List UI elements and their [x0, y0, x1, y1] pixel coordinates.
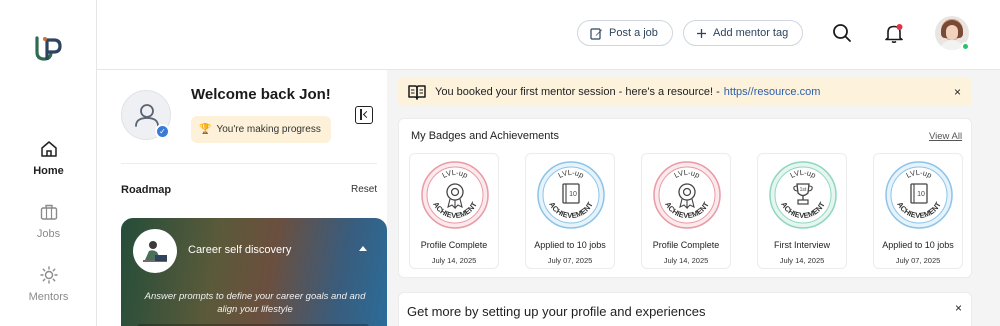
achievement-badge-icon: LVL-up1stACHIEVEMENT	[769, 161, 837, 229]
post-job-label: Post a job	[609, 27, 658, 39]
badge-tile[interactable]: LVL-up 10 ACHIEVEMENT Applied to 10 jobs Jul…	[525, 153, 615, 269]
profile-setup-card: Get more by setting up your profile and …	[398, 292, 972, 326]
achievement-badge-icon: LVL-up10ACHIEVEMENT	[537, 161, 605, 229]
sidebar-item-mentors[interactable]: Mentors	[0, 265, 97, 303]
badge-name: Profile Complete	[652, 240, 720, 250]
svg-text:1st: 1st	[800, 187, 807, 193]
career-discovery-card[interactable]: Career self discovery Answer prompts to …	[121, 218, 387, 326]
briefcase-icon	[40, 204, 57, 220]
resource-banner: You booked your first mentor session - h…	[398, 78, 972, 106]
svg-text:10: 10	[917, 191, 925, 198]
sun-icon	[39, 266, 58, 284]
home-icon	[40, 141, 57, 157]
add-mentor-tag-button[interactable]: Add mentor tag	[683, 20, 804, 46]
search-icon[interactable]	[831, 22, 853, 44]
open-book-icon	[408, 85, 426, 100]
sidebar: Home Jobs Mentors	[0, 0, 97, 326]
badge-name: Applied to 10 jobs	[882, 240, 954, 250]
badge-tile[interactable]: LVL-up ACHIEVEMENT Profile Complete July 14…	[409, 153, 499, 269]
lvl-up-logo[interactable]	[33, 34, 63, 62]
roadmap-title: Roadmap	[121, 184, 172, 196]
badge-tile[interactable]: LVL-up 1st ACHIEVEMENT First Interview July …	[757, 153, 847, 269]
progress-badge: 🏆 You're making progress	[191, 116, 331, 143]
sidebar-item-label: Home	[33, 165, 64, 177]
setup-close-icon[interactable]: ×	[955, 301, 962, 315]
reset-button[interactable]: Reset	[351, 184, 377, 195]
verified-icon: ✓	[155, 124, 170, 139]
edit-icon	[590, 27, 602, 40]
badge-date: July 14, 2025	[431, 256, 477, 265]
badge-date: July 14, 2025	[779, 256, 825, 265]
profile-panel: ✓ Welcome back Jon! 🏆 You're making prog…	[97, 70, 387, 326]
sidebar-item-home[interactable]: Home	[0, 139, 97, 177]
progress-badge-label: You're making progress	[216, 124, 321, 135]
sidebar-item-label: Mentors	[28, 291, 69, 303]
badge-name: Applied to 10 jobs	[534, 240, 606, 250]
career-card-title: Career self discovery	[188, 244, 292, 256]
welcome-heading: Welcome back Jon!	[191, 86, 331, 103]
badge-tile[interactable]: LVL-up ACHIEVEMENT Profile Complete July 14…	[641, 153, 731, 269]
collapse-panel-icon[interactable]	[355, 106, 373, 124]
career-card-description: Answer prompts to define your career goa…	[144, 291, 366, 315]
sidebar-item-jobs[interactable]: Jobs	[0, 202, 97, 240]
top-header: Post a job Add mentor tag	[97, 0, 1000, 70]
achievement-badge-icon: LVL-up10ACHIEVEMENT	[885, 161, 953, 229]
achievement-badge-icon: LVL-upACHIEVEMENT	[421, 161, 489, 229]
banner-text: You booked your first mentor session - h…	[435, 86, 720, 98]
online-status-dot	[961, 42, 970, 51]
badge-name: First Interview	[773, 240, 830, 250]
chevron-up-icon[interactable]	[359, 246, 367, 251]
plus-icon	[697, 28, 706, 38]
divider	[121, 163, 377, 164]
badge-name: Profile Complete	[420, 240, 488, 250]
badge-tile[interactable]: LVL-up 10 ACHIEVEMENT Applied to 10 jobs Jul…	[873, 153, 963, 269]
post-job-button[interactable]: Post a job	[577, 20, 673, 46]
badges-card: My Badges and Achievements View All LVL-…	[398, 118, 972, 278]
badges-title: My Badges and Achievements	[411, 130, 559, 142]
trophy-icon: 🏆	[199, 124, 212, 135]
banner-close-icon[interactable]: ×	[954, 85, 961, 99]
badge-date: July 07, 2025	[895, 256, 941, 265]
career-illustration-icon	[133, 229, 177, 273]
sidebar-item-label: Jobs	[36, 228, 61, 240]
add-mentor-tag-label: Add mentor tag	[713, 27, 789, 39]
badge-date: July 07, 2025	[547, 256, 593, 265]
bell-icon[interactable]	[883, 22, 905, 44]
achievement-badge-icon: LVL-upACHIEVEMENT	[653, 161, 721, 229]
badge-date: July 14, 2025	[663, 256, 709, 265]
svg-text:10: 10	[569, 191, 577, 198]
resource-link[interactable]: https//resource.com	[724, 86, 821, 98]
setup-title: Get more by setting up your profile and …	[407, 304, 706, 319]
view-all-link[interactable]: View All	[929, 131, 962, 142]
